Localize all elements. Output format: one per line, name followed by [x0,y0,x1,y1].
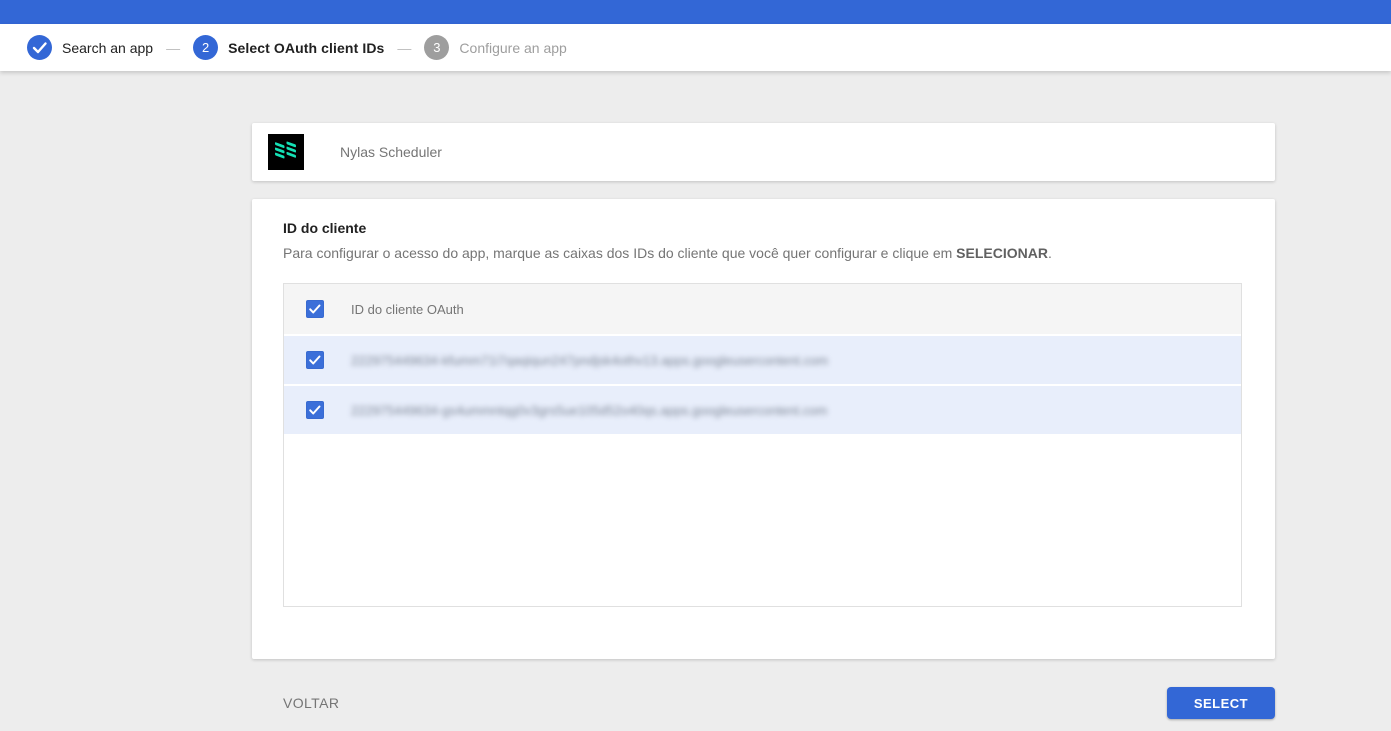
client-id-text-redacted: 222975449634-kfumm71i7qaqiqun247pndjsk4o… [351,353,828,368]
step-number-badge: 2 [193,35,218,60]
description-text: . [1048,245,1052,261]
section-title: ID do cliente [283,220,1242,236]
client-id-text-redacted: 222975449634-gs4ummntqg0v3grs5ue105d52o4… [351,403,827,418]
table-row[interactable]: 222975449634-kfumm71i7qaqiqun247pndjsk4o… [284,334,1241,384]
footer-actions: VOLTAR SELECT [252,687,1275,719]
description-bold-text: SELECIONAR [956,245,1048,261]
row-checkbox[interactable] [306,351,324,369]
client-ids-card: ID do cliente Para configurar o acesso d… [252,199,1275,659]
app-name: Nylas Scheduler [340,144,442,160]
stepper: Search an app — 2 Select OAuth client ID… [0,24,1391,71]
oauth-client-ids-table: ID do cliente OAuth 222975449634-kfumm71… [283,283,1242,607]
step-label: Configure an app [459,40,566,56]
step-number-badge: 3 [424,35,449,60]
step-label: Search an app [62,40,153,56]
section-description: Para configurar o acesso do app, marque … [283,245,1242,261]
step-completed-check-icon [27,35,52,60]
step-label: Select OAuth client IDs [228,40,384,56]
table-header-row: ID do cliente OAuth [284,284,1241,334]
column-header-label: ID do cliente OAuth [351,302,464,317]
table-row[interactable]: 222975449634-gs4ummntqg0v3grs5ue105d52o4… [284,384,1241,434]
step-configure-an-app: 3 Configure an app [424,35,566,60]
select-all-checkbox[interactable] [306,300,324,318]
row-checkbox[interactable] [306,401,324,419]
step-separator: — [166,40,180,56]
top-bar [0,0,1391,24]
step-separator: — [397,40,411,56]
back-button[interactable]: VOLTAR [283,695,339,711]
description-text: Para configurar o acesso do app, marque … [283,245,956,261]
step-search-an-app[interactable]: Search an app [27,35,153,60]
select-button[interactable]: SELECT [1167,687,1275,719]
step-select-oauth-client-ids[interactable]: 2 Select OAuth client IDs [193,35,384,60]
nylas-logo-icon [268,134,304,170]
main-content: Nylas Scheduler ID do cliente Para confi… [0,71,1391,719]
app-card: Nylas Scheduler [252,123,1275,181]
